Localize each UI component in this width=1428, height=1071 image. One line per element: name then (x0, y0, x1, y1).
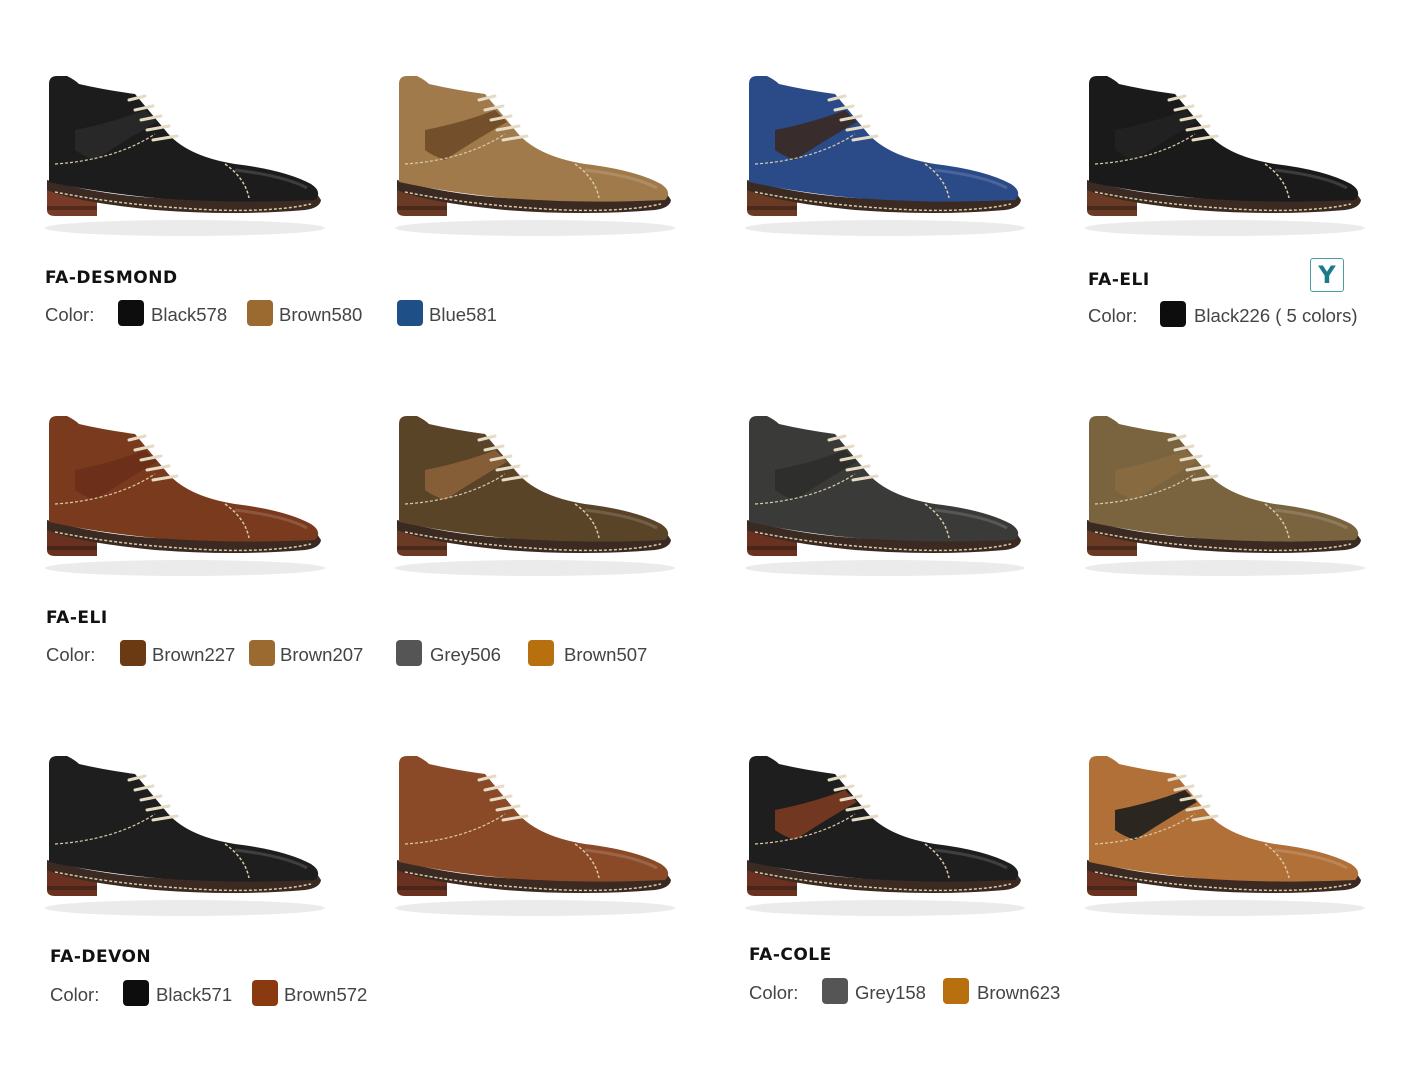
product-title[interactable]: FA-ELI (1088, 270, 1150, 290)
color-swatch-label[interactable]: Black226 ( 5 colors) (1194, 305, 1357, 327)
color-swatch[interactable] (252, 980, 278, 1006)
color-label: Color: (46, 644, 96, 665)
product-image[interactable] (1075, 400, 1375, 590)
product-image[interactable] (735, 740, 1035, 930)
color-options: Color: Black578 Brown580 Blue581 (45, 300, 525, 330)
product-title[interactable]: FA-DEVON (50, 947, 151, 967)
color-swatch[interactable] (1160, 301, 1186, 327)
color-swatch-label[interactable]: Brown572 (284, 984, 367, 1006)
product-image[interactable] (385, 740, 685, 930)
color-swatch[interactable] (118, 300, 144, 326)
color-swatch-label[interactable]: Brown227 (152, 644, 235, 666)
color-swatch-label[interactable]: Blue581 (429, 304, 497, 326)
product-image[interactable] (385, 60, 685, 250)
color-swatch-label[interactable]: Black571 (156, 984, 232, 1006)
color-swatch[interactable] (123, 980, 149, 1006)
product-image[interactable] (385, 400, 685, 590)
color-options: Color: Grey158 Brown623 (749, 978, 1109, 1008)
color-swatch[interactable] (943, 978, 969, 1004)
color-options: Color: Black226 ( 5 colors) (1088, 301, 1408, 331)
color-options: Color: Brown227 Brown207 Grey506 Brown50… (46, 640, 686, 670)
product-title[interactable]: FA-ELI (46, 608, 108, 628)
color-swatch-label[interactable]: Brown507 (564, 644, 647, 666)
color-options: Color: Black571 Brown572 (50, 980, 410, 1010)
color-swatch-label[interactable]: Black578 (151, 304, 227, 326)
brand-badge[interactable]: Y (1310, 258, 1344, 292)
color-label: Color: (45, 304, 95, 325)
product-image[interactable] (35, 740, 335, 930)
product-image[interactable] (735, 60, 1035, 250)
color-swatch[interactable] (247, 300, 273, 326)
color-swatch-label[interactable]: Grey158 (855, 982, 926, 1004)
color-label: Color: (50, 984, 100, 1005)
product-title[interactable]: FA-DESMOND (45, 268, 178, 288)
product-image[interactable] (1075, 740, 1375, 930)
color-swatch[interactable] (397, 300, 423, 326)
color-swatch[interactable] (528, 640, 554, 666)
product-image[interactable] (35, 400, 335, 590)
color-swatch[interactable] (396, 640, 422, 666)
color-swatch-label[interactable]: Brown623 (977, 982, 1060, 1004)
color-swatch-label[interactable]: Brown580 (279, 304, 362, 326)
color-swatch[interactable] (120, 640, 146, 666)
color-swatch[interactable] (822, 978, 848, 1004)
color-label: Color: (1088, 305, 1138, 326)
product-image[interactable] (735, 400, 1035, 590)
product-title[interactable]: FA-COLE (749, 945, 832, 965)
color-swatch-label[interactable]: Grey506 (430, 644, 501, 666)
product-image[interactable] (1075, 60, 1375, 250)
color-swatch-label[interactable]: Brown207 (280, 644, 363, 666)
color-label: Color: (749, 982, 799, 1003)
product-image[interactable] (35, 60, 335, 250)
color-swatch[interactable] (249, 640, 275, 666)
